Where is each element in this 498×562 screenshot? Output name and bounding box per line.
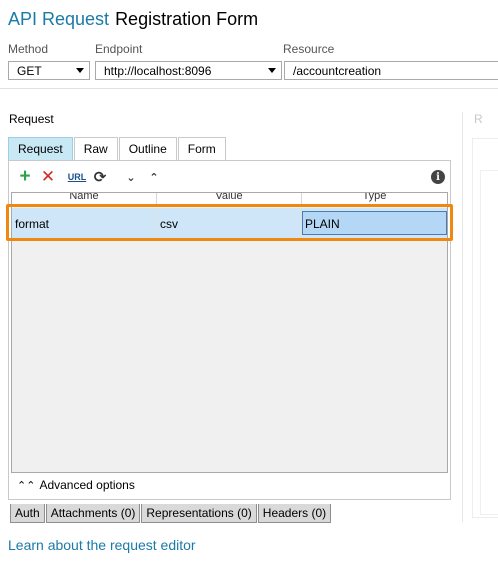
learn-link[interactable]: Learn about the request editor	[8, 537, 196, 553]
chevron-down-icon[interactable]	[268, 68, 276, 73]
advanced-options-toggle[interactable]: ⌃⌃ Advanced options	[17, 478, 135, 492]
resource-value: /accountcreation	[293, 64, 382, 78]
column-header-name[interactable]: Name	[12, 193, 157, 205]
table-row[interactable]: format csv PLAIN	[12, 208, 447, 238]
info-icon[interactable]: i	[431, 170, 445, 184]
tab-auth[interactable]: Auth	[10, 504, 45, 523]
chevron-down-icon[interactable]	[76, 68, 84, 73]
page-title: API Request Registration Form	[8, 9, 258, 30]
tab-raw[interactable]: Raw	[73, 137, 118, 160]
request-tabs: Request Raw Outline Form	[8, 137, 227, 160]
request-name: Registration Form	[115, 9, 259, 29]
endpoint-value: http://localhost:8096	[104, 64, 212, 78]
param-name-cell[interactable]: format	[12, 208, 157, 238]
endpoint-select[interactable]: http://localhost:8096	[95, 61, 282, 80]
url-icon[interactable]: URL	[68, 168, 87, 186]
double-chevron-up-icon: ⌃⌃	[17, 480, 36, 492]
tab-form[interactable]: Form	[177, 137, 226, 160]
resource-input[interactable]: /accountcreation	[284, 61, 498, 80]
tab-request[interactable]: Request	[8, 137, 73, 160]
request-section-title: Request	[9, 112, 54, 126]
endpoint-label: Endpoint	[95, 42, 143, 56]
response-panel-collapsed: R	[462, 112, 498, 522]
add-icon[interactable]: +	[16, 166, 34, 187]
method-value: GET	[17, 64, 42, 78]
tab-outline[interactable]: Outline	[118, 137, 177, 160]
move-down-icon[interactable]: ⌄	[122, 168, 140, 186]
tab-representations[interactable]: Representations (0)	[141, 504, 257, 523]
refresh-icon[interactable]: ⟳	[91, 168, 109, 186]
tab-headers[interactable]: Headers (0)	[257, 504, 332, 523]
resource-label: Resource	[283, 42, 335, 56]
advanced-options-label: Advanced options	[39, 478, 135, 492]
table-header: Name Value Type	[12, 193, 447, 206]
params-table: Name Value Type format csv PLAIN	[11, 192, 448, 473]
delete-icon[interactable]: ✕	[39, 167, 57, 186]
column-header-type[interactable]: Type	[302, 193, 447, 205]
bottom-tabs: Auth Attachments (0) Representations (0)…	[10, 504, 332, 523]
move-up-icon[interactable]: ⌃	[145, 168, 163, 186]
panel-divider[interactable]	[462, 112, 463, 522]
response-section-title: R	[474, 112, 483, 126]
response-grid	[480, 170, 498, 515]
param-type-cell[interactable]: PLAIN	[302, 211, 447, 235]
request-kind-label: API Request	[8, 9, 110, 29]
param-value-cell[interactable]: csv	[157, 208, 302, 238]
method-label: Method	[8, 42, 49, 56]
divider	[0, 88, 498, 89]
column-header-value[interactable]: Value	[157, 193, 302, 205]
method-select[interactable]: GET	[8, 61, 90, 80]
params-toolbar: + ✕ URL ⟳ ⌄ ⌃	[16, 166, 168, 187]
tab-attachments[interactable]: Attachments (0)	[45, 504, 141, 523]
